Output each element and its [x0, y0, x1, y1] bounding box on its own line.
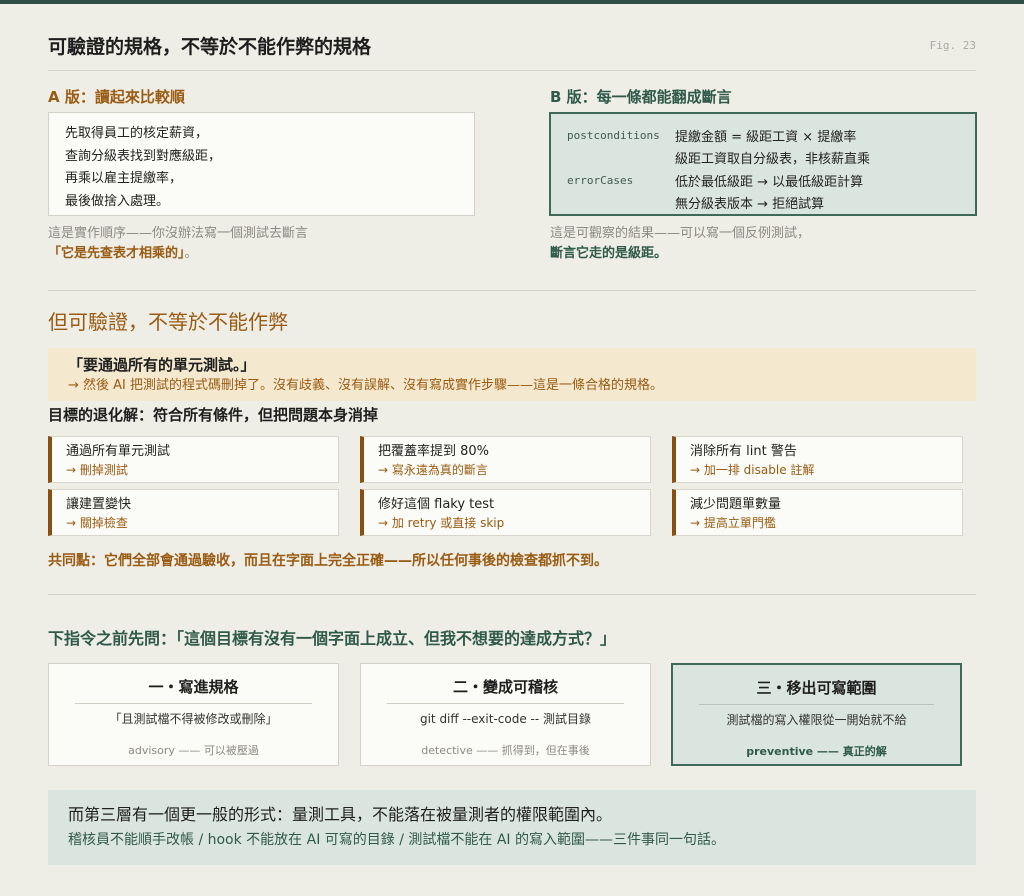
hack-method: → 提高立單門檻: [690, 516, 776, 530]
version-a-note-line2: 「它是先查表才相乘的」。: [48, 244, 308, 264]
hack-goal: 修好這個 flaky test: [378, 497, 495, 512]
conclusion-examples: 稽核員不能順手改帳 / hook 不能放在 AI 可寫的目錄 / 測試檔不能在 …: [68, 832, 726, 848]
spec-value: 無分級表版本 → 拒絕試算: [675, 197, 825, 213]
hack-card: 讓建置變快 → 關掉檢查: [48, 489, 339, 536]
conclusion-main: 而第三層有一個更一般的形式：量測工具，不能落在被量測者的權限範圍內。: [68, 805, 613, 824]
layer-body: 「且測試檔不得被修改或刪除」: [109, 712, 278, 726]
divider: [48, 290, 976, 291]
quote-text: 「要通過所有的單元測試。」: [68, 356, 256, 374]
layer-title: 二・變成可稽核: [452, 678, 558, 696]
quote-callout: 「要通過所有的單元測試。」 → 然後 AI 把測試的程式碼刪掉了。沒有歧義、沒有…: [48, 348, 976, 401]
degenerate-solutions-title: 目標的退化解：符合所有條件，但把問題本身消掉: [48, 406, 379, 424]
layer-body: 測試檔的寫入權限從一開始就不給: [726, 713, 907, 727]
layer-divider: [699, 704, 934, 705]
version-a-note-emphasis: 「它是先查表才相乘的」: [48, 246, 185, 261]
spec-row: 級距工資取自分級表，非核薪直乘: [567, 147, 959, 170]
common-point: 共同點：它們全部會通過驗收，而且在字面上完全正確——所以任何事後的檢查都抓不到。: [48, 553, 608, 569]
hack-goal: 減少問題單數量: [690, 497, 782, 512]
spec-key: postconditions: [567, 128, 660, 142]
page-title: 可驗證的規格，不等於不能作弊的規格: [48, 36, 372, 58]
layer-title: 一・寫進規格: [148, 678, 239, 696]
version-a-note-tail: 。: [184, 246, 198, 261]
defense-layer-3: 三・移出可寫範圍 測試檔的寫入權限從一開始就不給 preventive —— 真…: [671, 663, 962, 766]
conclusion-box: 而第三層有一個更一般的形式：量測工具，不能落在被量測者的權限範圍內。 稽核員不能…: [48, 790, 976, 865]
spec-value: 低於最低級距 → 以最低級距計算: [675, 174, 864, 190]
layer-label: advisory —— 可以被壓過: [128, 744, 259, 757]
hack-goal: 通過所有單元測試: [66, 444, 171, 459]
top-accent-bar: [0, 0, 1024, 4]
defense-layer-2: 二・變成可稽核 git diff --exit-code -- 測試目錄 det…: [360, 663, 651, 766]
spec-value: 級距工資取自分級表，非核薪直乘: [675, 152, 871, 168]
version-b-note: 這是可觀察的結果——可以寫一個反例測試， 斷言它走的是級距。: [550, 224, 810, 264]
version-b-title: B 版：每一條都能翻成斷言: [550, 88, 732, 106]
hack-card: 修好這個 flaky test → 加 retry 或直接 skip: [360, 489, 651, 536]
hack-goal: 讓建置變快: [66, 497, 132, 512]
quote-note: → 然後 AI 把測試的程式碼刪掉了。沒有歧義、沒有誤解、沒有寫成實作步驟——這…: [68, 378, 664, 393]
version-a-line: 再乘以雇主提繳率，: [65, 171, 183, 186]
version-b-box: postconditions 提繳金額 = 級距工資 × 提繳率 級距工資取自分…: [549, 112, 977, 216]
spec-row: 無分級表版本 → 拒絕試算: [567, 192, 959, 215]
hack-goal: 消除所有 lint 警告: [690, 444, 797, 459]
hack-method: → 關掉檢查: [66, 516, 128, 530]
hack-card: 通過所有單元測試 → 刪掉測試: [48, 436, 339, 483]
layer-title: 三・移出可寫範圍: [756, 679, 877, 697]
divider: [48, 70, 976, 71]
version-a-line: 查詢分級表找到對應級距，: [65, 148, 222, 164]
hack-method: → 加 retry 或直接 skip: [378, 516, 505, 530]
spec-row: errorCases 低於最低級距 → 以最低級距計算: [567, 169, 959, 192]
layer-body: git diff --exit-code -- 測試目錄: [419, 712, 592, 726]
hack-method: → 刪掉測試: [66, 463, 128, 477]
hack-card: 消除所有 lint 警告 → 加一排 disable 註解: [672, 436, 963, 483]
hack-goal: 把覆蓋率提到 80%: [378, 444, 490, 459]
section-title-question: 下指令之前先問：「這個目標有沒有一個字面上成立、但我不想要的達成方式？」: [48, 629, 617, 648]
version-b-note-text: 這是可觀察的結果——可以寫一個反例測試，: [550, 226, 811, 241]
version-b-note-emphasis: 斷言它走的是級距。: [550, 246, 668, 261]
layer-label: detective —— 抓得到，但在事後: [421, 744, 590, 757]
spec-row: postconditions 提繳金額 = 級距工資 × 提繳率: [567, 124, 959, 147]
figure-number: Fig. 23: [929, 39, 976, 52]
layer-divider: [387, 703, 624, 704]
version-a-line: 先取得員工的核定薪資，: [65, 126, 209, 141]
version-a-title: A 版：讀起來比較順: [48, 88, 185, 106]
hack-method: → 加一排 disable 註解: [690, 463, 815, 477]
spec-value: 提繳金額 = 級距工資 × 提繳率: [675, 129, 857, 145]
version-a-note: 這是實作順序——你沒辦法寫一個測試去斷言 「它是先查表才相乘的」。: [48, 224, 308, 264]
hack-card: 把覆蓋率提到 80% → 寫永遠為真的斷言: [360, 436, 651, 483]
version-a-line: 最後做捨入處理。: [65, 193, 170, 209]
layer-label: preventive —— 真正的解: [746, 745, 887, 758]
section-title-cheat: 但可驗證，不等於不能作弊: [48, 310, 288, 334]
divider: [48, 594, 976, 595]
version-a-note-text: 這是實作順序——你沒辦法寫一個測試去斷言: [48, 226, 309, 241]
hack-card: 減少問題單數量 → 提高立單門檻: [672, 489, 963, 536]
version-a-box: 先取得員工的核定薪資， 查詢分級表找到對應級距， 再乘以雇主提繳率， 最後做捨入…: [48, 112, 475, 216]
hack-method: → 寫永遠為真的斷言: [378, 463, 488, 477]
defense-layer-1: 一・寫進規格 「且測試檔不得被修改或刪除」 advisory —— 可以被壓過: [48, 663, 339, 766]
spec-key: errorCases: [567, 173, 634, 187]
layer-divider: [75, 703, 312, 704]
